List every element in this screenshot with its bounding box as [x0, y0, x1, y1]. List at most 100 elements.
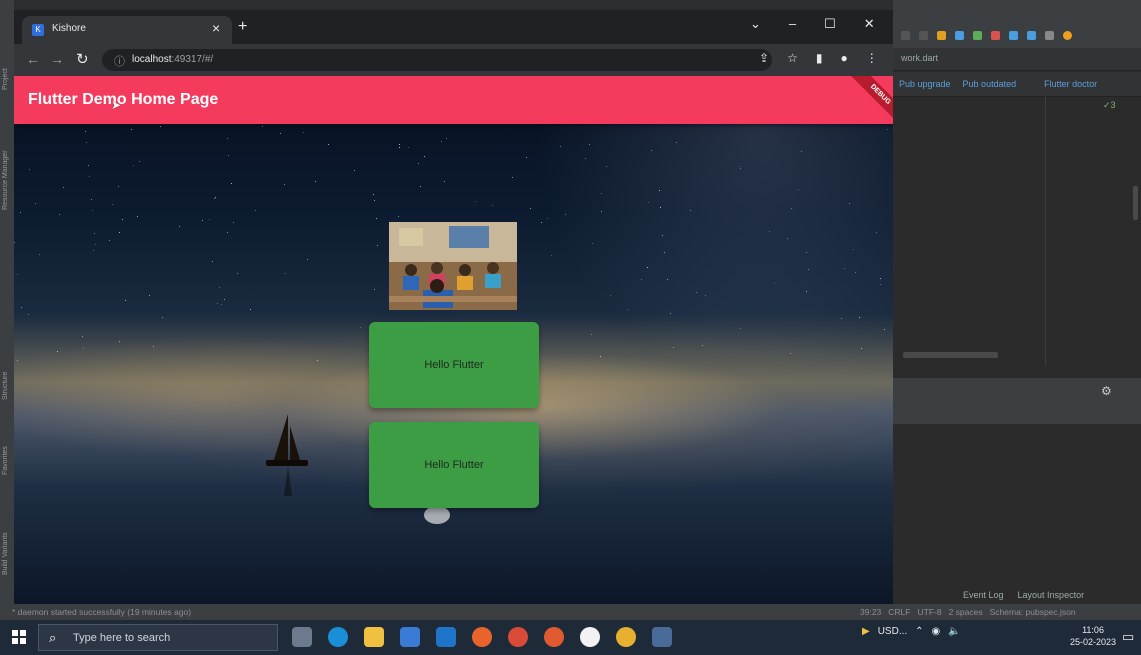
- vertical-scrollbar[interactable]: [1133, 186, 1138, 220]
- taskbar-search-box[interactable]: ⌕ Type here to search: [38, 624, 278, 651]
- taskbar-clock[interactable]: 11:06 25-02-2023: [1070, 624, 1116, 648]
- ide-tool-icon[interactable]: [919, 30, 928, 40]
- ide-status-bar: * daemon started successfully (19 minute…: [0, 604, 1141, 620]
- share-icon[interactable]: ⇪: [759, 51, 769, 65]
- star: [125, 300, 126, 301]
- event-log-link[interactable]: Event Log: [963, 590, 1004, 600]
- inspection-count[interactable]: ✓3: [1103, 100, 1116, 111]
- tab-search-icon[interactable]: ⌄: [750, 16, 761, 32]
- tool-window-project[interactable]: Project: [2, 68, 9, 90]
- star: [855, 272, 856, 273]
- store-icon[interactable]: [400, 627, 420, 647]
- back-arrow-icon[interactable]: ←: [26, 51, 40, 67]
- ide-tool-icon[interactable]: [1027, 30, 1036, 40]
- maximize-button[interactable]: ☐: [824, 16, 836, 32]
- network-icon[interactable]: ◉: [932, 626, 941, 637]
- currency-widget-label[interactable]: USD...: [878, 626, 907, 637]
- file-encoding[interactable]: UTF-8: [917, 607, 941, 617]
- chrome-icon[interactable]: [616, 627, 636, 647]
- indent-setting[interactable]: 2 spaces: [949, 607, 983, 617]
- caret-position[interactable]: 39:23: [860, 607, 881, 617]
- star: [591, 334, 592, 335]
- chrome-active-icon[interactable]: [652, 627, 672, 647]
- star: [20, 212, 21, 213]
- star: [14, 242, 15, 243]
- editor-tab[interactable]: work.dart: [901, 53, 938, 63]
- new-tab-button[interactable]: +: [238, 18, 247, 36]
- star: [876, 232, 877, 233]
- flutter-doctor-link[interactable]: Flutter doctor: [1022, 79, 1103, 89]
- chevron-up-icon[interactable]: ⌃: [915, 626, 923, 637]
- sailboat-silhouette: [266, 414, 308, 496]
- pub-outdated-link[interactable]: Pub outdated: [957, 79, 1023, 89]
- run-icon[interactable]: [973, 30, 982, 40]
- browser-window: K Kishore × + ⌄ – ☐ ✕ ← → ↻ ⓘ localhost:…: [14, 10, 893, 604]
- ide-tool-icon[interactable]: [901, 30, 910, 40]
- app-icon[interactable]: [580, 627, 600, 647]
- reload-icon[interactable]: ↻: [76, 50, 89, 68]
- search-everywhere-icon[interactable]: [1045, 30, 1054, 40]
- star: [884, 329, 885, 330]
- star: [250, 309, 251, 310]
- browser-tab[interactable]: K Kishore ×: [22, 16, 232, 44]
- site-info-icon[interactable]: ⓘ: [114, 53, 125, 69]
- avatar-icon[interactable]: [1063, 30, 1072, 40]
- chrome-icon[interactable]: [508, 627, 528, 647]
- star: [600, 356, 601, 357]
- task-view-icon[interactable]: [292, 627, 312, 647]
- status-message[interactable]: * daemon started successfully (19 minute…: [12, 607, 191, 617]
- json-schema[interactable]: Schema: pubspec.json: [990, 607, 1076, 617]
- star: [690, 210, 691, 211]
- menu-kebab-icon[interactable]: ⋮: [866, 51, 878, 65]
- horizontal-scrollbar[interactable]: [903, 352, 998, 358]
- search-icon: ⌕: [49, 630, 57, 645]
- star: [806, 252, 807, 253]
- star: [702, 345, 703, 346]
- star: [740, 168, 741, 169]
- edge-icon[interactable]: [328, 627, 348, 647]
- tool-window-structure[interactable]: Structure: [2, 372, 9, 400]
- side-panel-icon[interactable]: ▮: [816, 51, 823, 65]
- currency-widget-icon[interactable]: ▶: [862, 626, 870, 637]
- ide-tool-icon[interactable]: [1009, 30, 1018, 40]
- close-tab-icon[interactable]: ×: [212, 20, 220, 36]
- close-window-button[interactable]: ✕: [864, 16, 875, 32]
- star: [88, 165, 89, 166]
- tool-window-build-variants[interactable]: Build Variants: [2, 532, 9, 575]
- star: [492, 205, 493, 206]
- ide-tool-icon[interactable]: [955, 30, 964, 40]
- firefox-icon[interactable]: [472, 627, 492, 647]
- star: [651, 150, 652, 151]
- star: [376, 218, 377, 219]
- gear-icon[interactable]: ⚙: [1101, 384, 1112, 398]
- star: [565, 214, 566, 215]
- layout-inspector-link[interactable]: Layout Inspector: [1018, 590, 1085, 600]
- chrome-icon[interactable]: [544, 627, 564, 647]
- profile-icon[interactable]: ●: [840, 51, 847, 65]
- mail-icon[interactable]: [436, 627, 456, 647]
- hello-flutter-card[interactable]: Hello Flutter: [369, 422, 539, 508]
- stop-icon[interactable]: [991, 30, 1000, 40]
- star: [512, 177, 513, 178]
- notification-icon[interactable]: ▭: [1122, 629, 1134, 645]
- star: [219, 287, 220, 288]
- hot-reload-icon[interactable]: [937, 30, 946, 40]
- windows-start-icon[interactable]: [12, 630, 26, 644]
- bookmark-star-icon[interactable]: ☆: [787, 51, 798, 65]
- star: [808, 269, 809, 270]
- volume-icon[interactable]: 🔈: [948, 626, 960, 637]
- star: [179, 226, 180, 227]
- line-ending[interactable]: CRLF: [888, 607, 910, 617]
- star: [705, 295, 706, 296]
- star: [360, 327, 361, 328]
- code-editor[interactable]: [893, 96, 1141, 367]
- forward-arrow-icon[interactable]: →: [50, 51, 64, 67]
- file-explorer-icon[interactable]: [364, 627, 384, 647]
- tool-window-favorites[interactable]: Favorites: [2, 446, 9, 475]
- tool-window-resource-manager[interactable]: Resource Manager: [2, 150, 9, 210]
- minimize-button[interactable]: –: [789, 16, 796, 32]
- star: [119, 341, 120, 342]
- pub-upgrade-link[interactable]: Pub upgrade: [893, 79, 957, 89]
- address-bar[interactable]: ⓘ localhost:49317/#/: [102, 49, 772, 71]
- hello-flutter-card[interactable]: Hello Flutter: [369, 322, 539, 408]
